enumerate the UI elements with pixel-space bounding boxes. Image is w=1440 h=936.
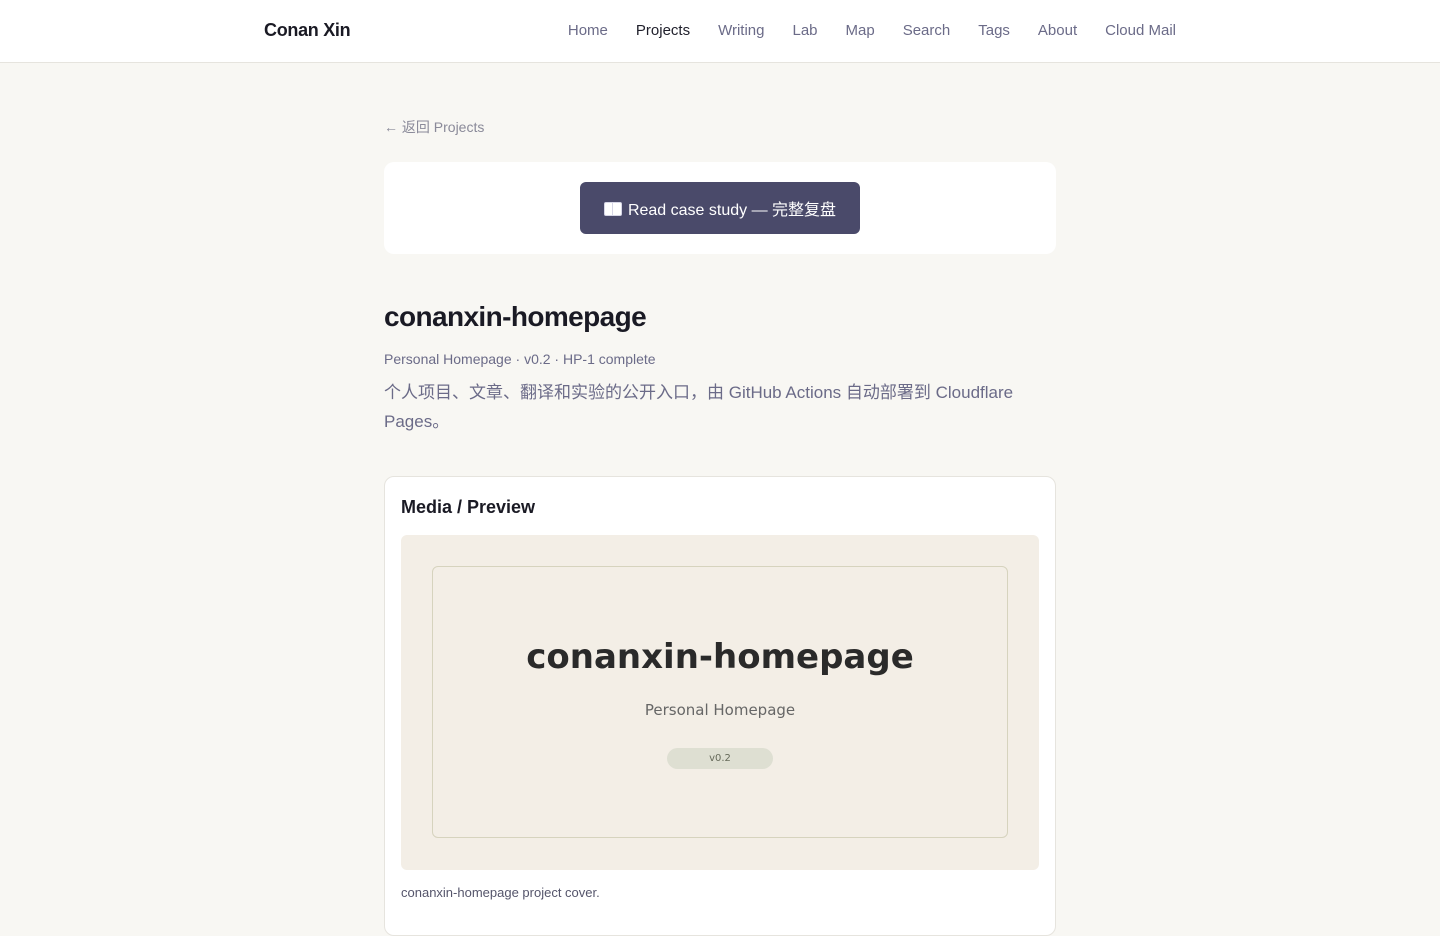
main-nav: Home Projects Writing Lab Map Search Tag… bbox=[568, 22, 1176, 39]
nav-lab[interactable]: Lab bbox=[792, 22, 817, 39]
project-cover-image: conanxin-homepage Personal Homepage v0.2 bbox=[401, 535, 1039, 870]
project-description: 个人项目、文章、翻译和实验的公开入口，由 GitHub Actions 自动部署… bbox=[384, 383, 1014, 431]
nav-about[interactable]: About bbox=[1038, 22, 1077, 39]
media-heading: Media / Preview bbox=[401, 497, 536, 517]
back-to-projects-link[interactable]: ← 返回 Projects bbox=[384, 117, 484, 137]
cover-inner-frame: conanxin-homepage Personal Homepage v0.2 bbox=[432, 566, 1008, 838]
cover-caption: conanxin-homepage project cover. bbox=[401, 885, 600, 900]
nav-map[interactable]: Map bbox=[846, 22, 875, 39]
nav-search[interactable]: Search bbox=[903, 22, 951, 39]
nav-home[interactable]: Home bbox=[568, 22, 608, 39]
cover-subtitle: Personal Homepage bbox=[644, 701, 796, 719]
nav-projects[interactable]: Projects bbox=[636, 22, 690, 39]
nav-writing[interactable]: Writing bbox=[718, 22, 764, 39]
book-icon bbox=[603, 201, 622, 216]
cover-title: conanxin-homepage bbox=[526, 637, 914, 677]
media-preview-card: Media / Preview conanxin-homepage Person… bbox=[384, 476, 1056, 936]
cover-version-badge: v0.2 bbox=[667, 748, 773, 769]
site-brand-link[interactable]: Conan Xin bbox=[264, 20, 351, 41]
top-navigation-bar: Conan Xin Home Projects Writing Lab Map … bbox=[0, 0, 1440, 63]
page-title: conanxin-homepage bbox=[384, 301, 647, 332]
project-meta: Personal Homepage · v0.2 · HP-1 complete bbox=[384, 351, 656, 367]
case-study-card: Read case study — 完整复盘 bbox=[384, 162, 1056, 254]
read-case-study-label: Read case study — 完整复盘 bbox=[627, 202, 837, 219]
nav-cloud-mail[interactable]: Cloud Mail bbox=[1105, 22, 1176, 39]
nav-tags[interactable]: Tags bbox=[978, 22, 1010, 39]
read-case-study-button[interactable]: Read case study — 完整复盘 bbox=[580, 182, 860, 234]
